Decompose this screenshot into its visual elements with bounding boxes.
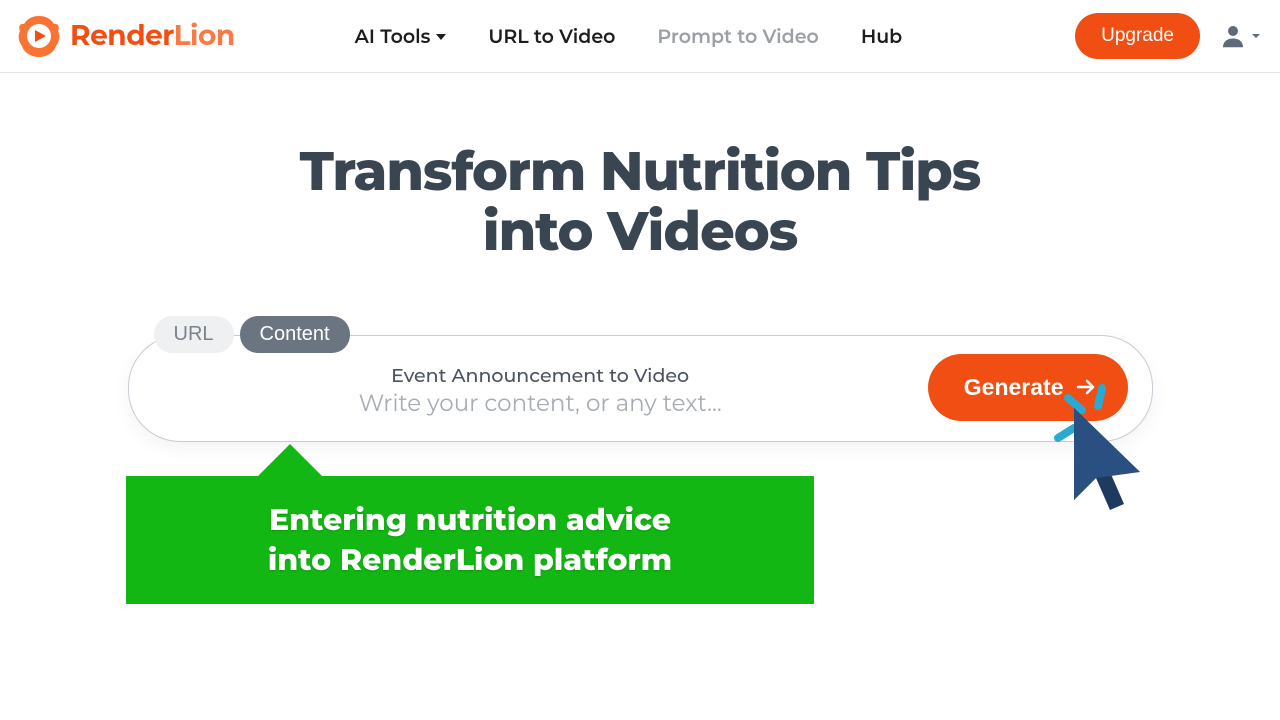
nav-hub[interactable]: Hub (861, 25, 902, 48)
tab-url[interactable]: URL (154, 316, 234, 353)
generate-label: Generate (964, 374, 1064, 401)
nav-ai-tools-label: AI Tools (355, 25, 431, 48)
nav-ai-tools[interactable]: AI Tools (355, 25, 447, 48)
content-input-placeholder: Write your content, or any text... (153, 389, 928, 417)
input-area: URL Content Event Announcement to Video … (128, 316, 1153, 442)
callout-text: Entering nutrition advice into RenderLio… (268, 500, 672, 581)
arrow-right-icon (1074, 375, 1098, 399)
tab-content[interactable]: Content (240, 316, 350, 353)
header-right: Upgrade (1075, 13, 1262, 59)
user-icon (1218, 21, 1248, 51)
hero: Transform Nutrition Tips into Videos URL… (0, 73, 1280, 442)
input-tabs: URL Content (154, 316, 1153, 353)
annotation-callout: Entering nutrition advice into RenderLio… (126, 476, 814, 604)
callout-pointer-icon (254, 444, 326, 480)
app-header: RenderLion AI Tools URL to Video Prompt … (0, 0, 1280, 73)
main-nav: AI Tools URL to Video Prompt to Video Hu… (355, 25, 903, 48)
chevron-down-icon (1250, 30, 1262, 42)
brand-name: RenderLion (70, 19, 235, 53)
nav-prompt-to-video[interactable]: Prompt to Video (657, 25, 818, 48)
user-menu[interactable] (1218, 21, 1262, 51)
chevron-down-icon (436, 34, 446, 40)
page-title: Transform Nutrition Tips into Videos (0, 141, 1280, 262)
content-input-left: Event Announcement to Video Write your c… (153, 358, 928, 417)
lion-icon (16, 13, 62, 59)
nav-url-to-video[interactable]: URL to Video (488, 25, 615, 48)
upgrade-button[interactable]: Upgrade (1075, 13, 1200, 59)
brand-logo[interactable]: RenderLion (16, 13, 235, 59)
input-label: Event Announcement to Video (153, 364, 928, 387)
generate-button[interactable]: Generate (928, 354, 1128, 421)
